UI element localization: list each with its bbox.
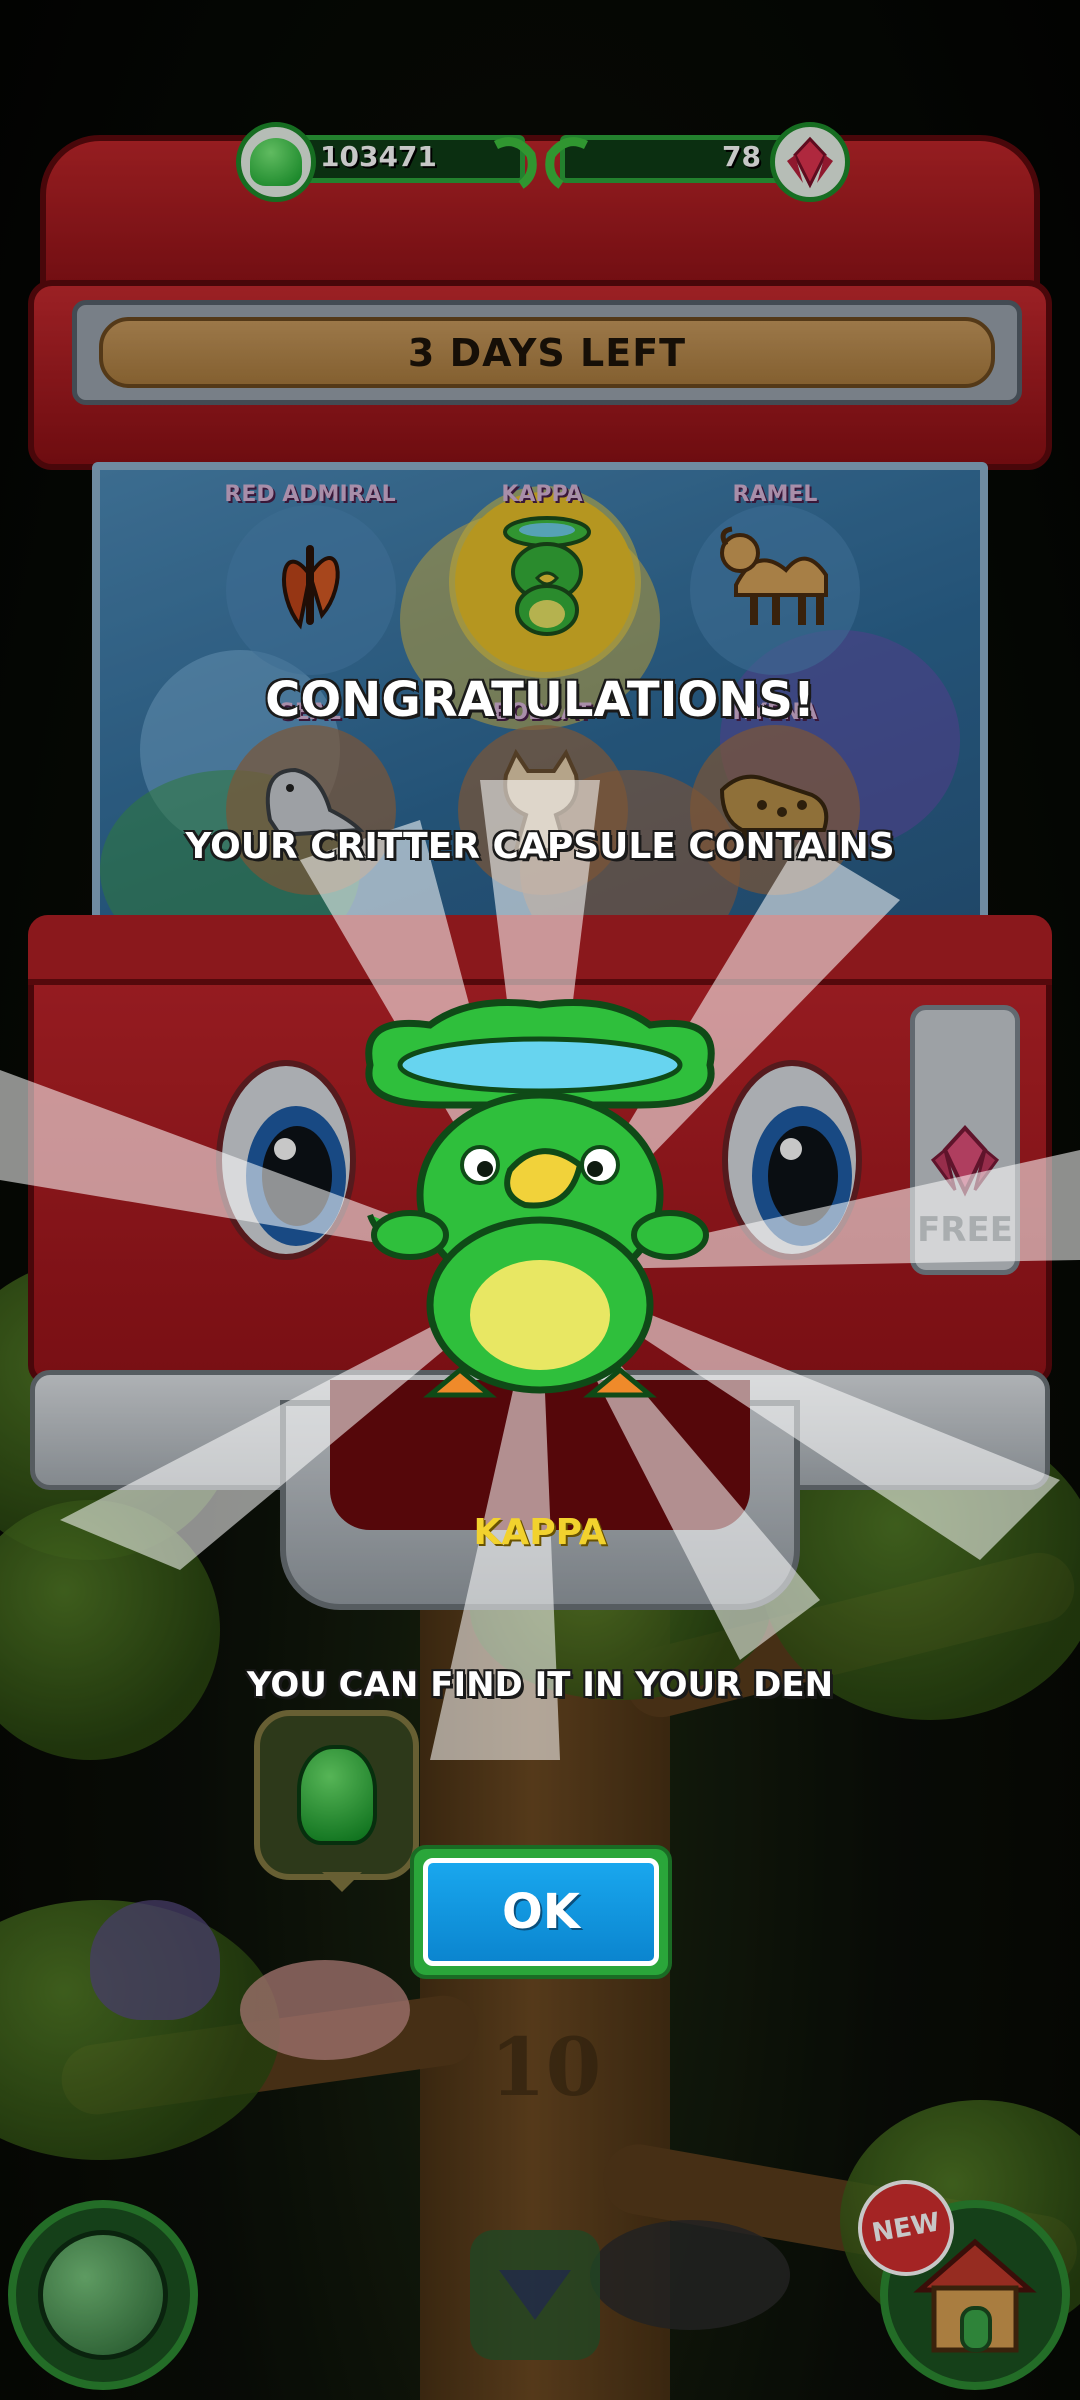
critter-name: KAPPA bbox=[473, 1512, 607, 1553]
capsule-contents-subheading: YOUR CRITTER CAPSULE CONTAINS bbox=[185, 826, 895, 867]
ok-button-face[interactable]: OK bbox=[423, 1858, 659, 1966]
game-screen: 10 3 DAYS LEFT RED ADMIRAL KAPPA RAMEL S… bbox=[0, 0, 1080, 2400]
kappa-reward-icon bbox=[365, 999, 715, 1398]
den-note: YOU CAN FIND IT IN YOUR DEN bbox=[246, 1665, 834, 1705]
congratulations-heading: CONGRATULATIONS! bbox=[265, 672, 815, 728]
ok-button[interactable]: OK bbox=[410, 1845, 672, 1979]
ok-label: OK bbox=[502, 1884, 580, 1940]
